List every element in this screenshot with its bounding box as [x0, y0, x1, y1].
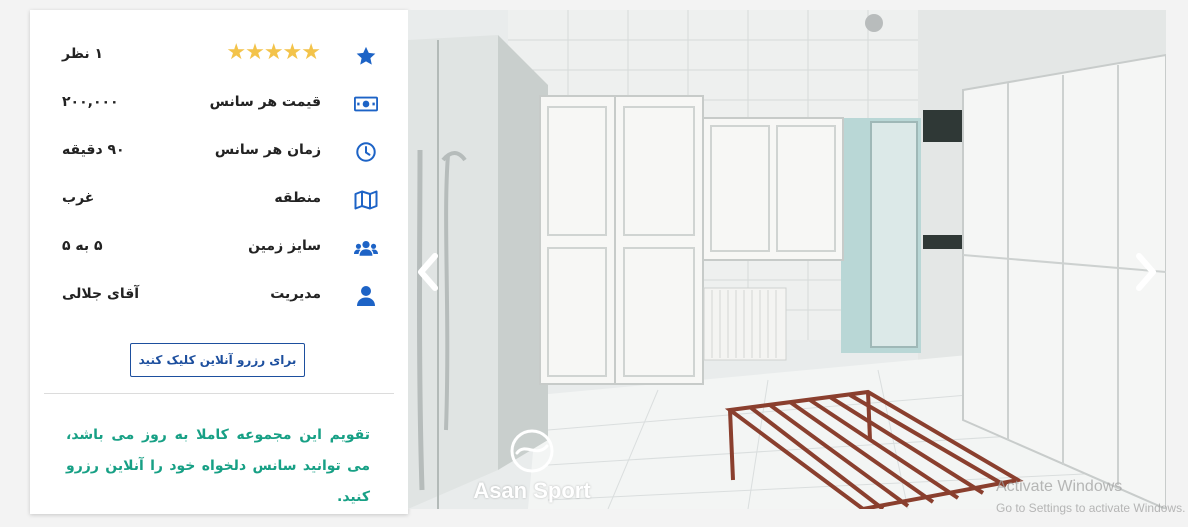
- info-card: ★★★★★ ۱ نظر قیمت هر سانس ۲۰۰,۰۰۰ زمان هر…: [30, 10, 408, 514]
- logo-text: Asan Sport: [473, 478, 591, 503]
- watermark-line-1: Activate Windows: [996, 478, 1123, 495]
- watermark-line-2: Go to Settings to activate Windows.: [996, 501, 1186, 515]
- region-row: منطقه غرب: [30, 180, 408, 220]
- duration-value: ۹۰ دقیقه: [62, 142, 125, 158]
- gallery-next-button[interactable]: [1128, 250, 1164, 294]
- divider: [44, 393, 394, 394]
- region-value: غرب: [62, 190, 95, 206]
- review-count[interactable]: ۱ نظر: [62, 46, 103, 62]
- manager-row: مدیریت آقای جلالی: [30, 276, 408, 316]
- os-activation-watermark: Activate Windows Go to Settings to activ…: [996, 478, 1188, 527]
- field-size-label: سایز زمین: [248, 238, 321, 254]
- rating-row: ★★★★★ ۱ نظر: [30, 36, 408, 76]
- chevron-right-icon: [1136, 253, 1156, 291]
- star-icon: [354, 44, 378, 68]
- manager-value: آقای جلالی: [62, 286, 140, 302]
- rating-stars: ★★★★★: [226, 40, 321, 65]
- calendar-note: تقویم این مجموعه کاملا به روز می باشد، م…: [66, 427, 370, 505]
- chevron-left-icon: [418, 253, 438, 291]
- field-size-value: ۵ به ۵: [62, 238, 103, 254]
- photo-gallery[interactable]: Asan Sport: [408, 10, 1166, 509]
- price-value: ۲۰۰,۰۰۰: [62, 94, 119, 110]
- price-label: قیمت هر سانس: [209, 94, 321, 110]
- clock-icon: [354, 140, 378, 164]
- price-row: قیمت هر سانس ۲۰۰,۰۰۰: [30, 84, 408, 124]
- logo-emblem-icon: [510, 429, 554, 473]
- money-bill-icon: [354, 92, 378, 116]
- manager-label: مدیریت: [270, 286, 321, 302]
- duration-row: زمان هر سانس ۹۰ دقیقه: [30, 132, 408, 172]
- gallery-prev-button[interactable]: [410, 250, 446, 294]
- users-icon: [354, 236, 378, 260]
- region-label: منطقه: [274, 190, 321, 206]
- map-icon: [354, 188, 378, 212]
- duration-label: زمان هر سانس: [214, 142, 321, 158]
- field-size-row: سایز زمین ۵ به ۵: [30, 228, 408, 268]
- online-reserve-button[interactable]: برای رزرو آنلاین کلیک کنید: [130, 343, 305, 377]
- user-icon: [354, 284, 378, 308]
- asan-sport-logo: Asan Sport: [470, 428, 594, 504]
